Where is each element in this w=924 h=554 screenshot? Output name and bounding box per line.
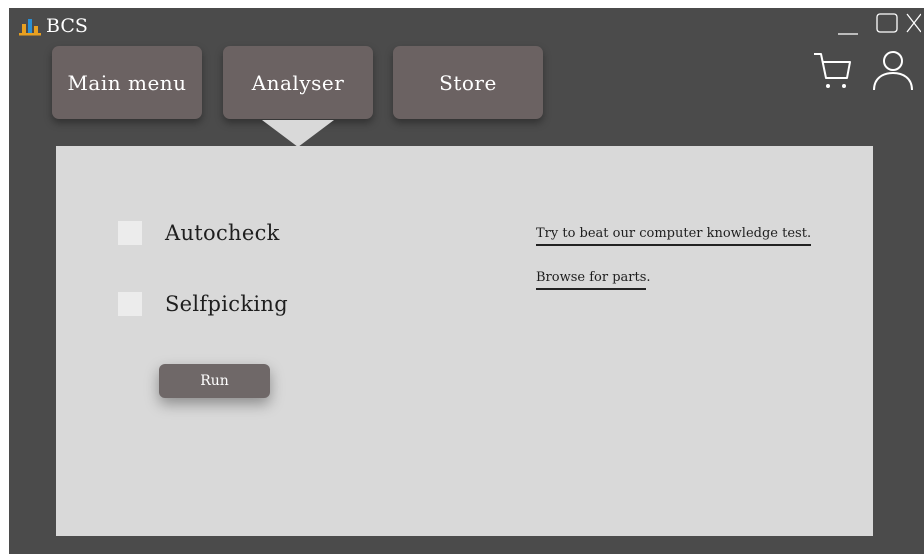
knowledge-test-link[interactable]: Try to beat our computer knowledge test.	[536, 226, 812, 246]
analyser-panel: Autocheck Selfpicking Run Try to beat ou…	[56, 146, 873, 536]
tab-store[interactable]: Store	[393, 46, 543, 119]
tab-main-menu[interactable]: Main menu	[52, 46, 202, 119]
user-icon[interactable]	[871, 48, 915, 92]
knowledge-test-link-text[interactable]: Try to beat our computer knowledge test.	[536, 226, 812, 246]
selfpicking-checkbox[interactable]	[118, 292, 142, 316]
browse-parts-link[interactable]: Browse for parts.	[536, 270, 651, 290]
autocheck-checkbox[interactable]	[118, 221, 142, 245]
app-window: BCS Main menu Analyser Store Autocheck S…	[9, 8, 924, 554]
run-button[interactable]: Run	[159, 364, 270, 398]
tab-analyser[interactable]: Analyser	[223, 46, 373, 119]
browse-parts-period: .	[646, 270, 651, 285]
maximize-icon[interactable]	[875, 12, 899, 34]
autocheck-label: Autocheck	[165, 221, 280, 245]
autocheck-option[interactable]: Autocheck	[118, 221, 280, 245]
selfpicking-label: Selfpicking	[165, 292, 288, 316]
cart-icon[interactable]	[812, 48, 854, 92]
bar-chart-icon	[19, 19, 41, 36]
selfpicking-option[interactable]: Selfpicking	[118, 292, 288, 316]
browse-parts-link-text[interactable]: Browse for parts	[536, 270, 647, 290]
close-icon[interactable]	[901, 12, 921, 34]
active-tab-pointer	[262, 120, 334, 147]
minimize-icon[interactable]	[837, 14, 859, 36]
title-bar: BCS	[9, 8, 924, 42]
app-title: BCS	[46, 15, 88, 37]
